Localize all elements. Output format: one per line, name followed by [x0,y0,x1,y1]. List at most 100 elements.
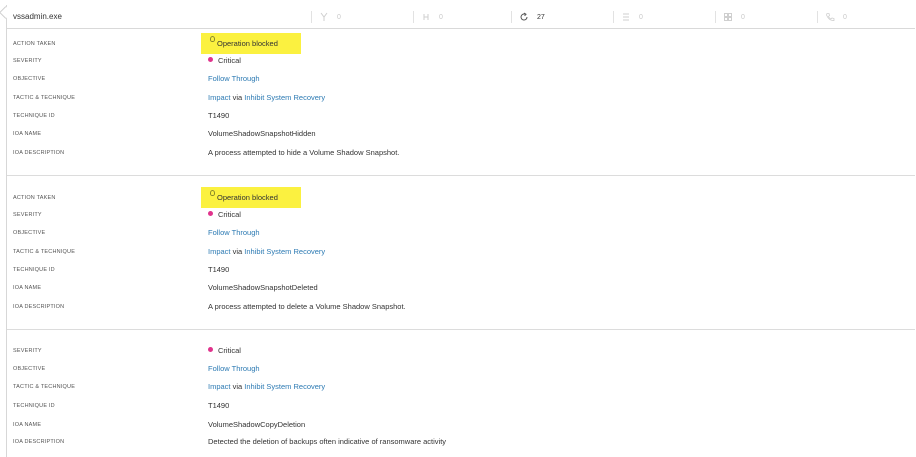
row-technique-id: TECHNIQUE ID T1490 [7,111,915,123]
row-objective: OBJECTIVE Follow Through [7,364,915,376]
stat-list[interactable]: 0 [613,11,643,23]
row-ioa-description: IOA DESCRIPTION Detected the deletion of… [7,437,915,449]
field-label: IOA DESCRIPTION [13,150,65,156]
action-badge: Operation blocked [201,187,301,208]
field-label: OBJECTIVE [13,366,46,372]
ioa-name-value: VolumeShadowSnapshotHidden [208,129,316,138]
stat-value: 0 [337,13,341,21]
action-badge: Operation blocked [201,33,301,54]
tactic-technique-value: Impact via Inhibit System Recovery [208,93,325,102]
detection-card: ACTION TAKEN Operation blocked SEVERITY … [7,176,915,330]
row-technique-id: TECHNIQUE ID T1490 [7,265,915,277]
tactic-link[interactable]: Impact [208,247,231,256]
process-name: vssadmin.exe [13,12,62,21]
row-ioa-name: IOA NAME VolumeShadowSnapshotHidden [7,129,915,141]
field-label: TACTIC & TECHNIQUE [13,95,76,101]
objective-link[interactable]: Follow Through [208,228,260,237]
row-action-taken: ACTION TAKEN Operation blocked [7,33,915,54]
field-label: IOA DESCRIPTION [13,439,65,445]
severity-dot-icon [208,57,213,62]
row-tactic-technique: TACTIC & TECHNIQUE Impact via Inhibit Sy… [7,382,915,394]
field-label: TECHNIQUE ID [13,403,55,409]
link-icon [423,14,429,20]
stat-phone[interactable]: 0 [817,11,847,23]
severity-text: Critical [218,56,241,65]
stat-value: 0 [741,13,745,21]
row-severity: SEVERITY Critical [7,346,915,358]
field-label: ACTION TAKEN [13,195,56,201]
field-label: IOA NAME [13,131,42,137]
severity-text: Critical [218,346,241,355]
technique-id-value: T1490 [208,111,230,120]
row-objective: OBJECTIVE Follow Through [7,74,915,86]
stat-value: 27 [537,13,545,21]
stat-refresh[interactable]: 27 [511,11,545,23]
row-ioa-name: IOA NAME VolumeShadowCopyDeletion [7,420,915,432]
objective-link[interactable]: Follow Through [208,74,260,83]
phone-icon [826,13,835,21]
ioa-description-value: A process attempted to delete a Volume S… [208,302,406,311]
severity-dot-icon [208,347,213,352]
technique-id-value: T1490 [208,401,230,410]
field-label: TECHNIQUE ID [13,267,55,273]
via-text: via [232,93,243,102]
row-technique-id: TECHNIQUE ID T1490 [7,401,915,413]
field-label: IOA DESCRIPTION [13,304,65,310]
tactic-technique-value: Impact via Inhibit System Recovery [208,247,325,256]
field-label: IOA NAME [13,422,42,428]
severity-dot-icon [208,211,213,216]
row-ioa-description: IOA DESCRIPTION A process attempted to h… [7,148,915,160]
stat-divider [311,11,312,23]
field-label: SEVERITY [13,348,42,354]
tactic-link[interactable]: Impact [208,382,231,391]
technique-link[interactable]: Inhibit System Recovery [244,93,325,102]
ioa-name-value: VolumeShadowCopyDeletion [208,420,306,429]
ioa-description-value: A process attempted to hide a Volume Sha… [208,148,400,157]
field-label: OBJECTIVE [13,76,46,82]
via-text: via [232,247,243,256]
severity-value: Critical [208,56,241,65]
stat-branches[interactable]: 0 [311,11,341,23]
detection-card: ACTION TAKEN Operation blocked SEVERITY … [7,29,915,176]
detection-card: SEVERITY Critical OBJECTIVE Follow Throu… [7,330,915,457]
technique-link[interactable]: Inhibit System Recovery [244,247,325,256]
tactic-technique-value: Impact via Inhibit System Recovery [208,382,325,391]
process-header: vssadmin.exe 0 0 27 0 0 0 [7,5,915,29]
field-label: ACTION TAKEN [13,41,56,47]
row-tactic-technique: TACTIC & TECHNIQUE Impact via Inhibit Sy… [7,93,915,105]
tactic-link[interactable]: Impact [208,93,231,102]
stat-divider [613,11,614,23]
action-value: Operation blocked [217,39,278,48]
ioa-name-value: VolumeShadowSnapshotDeleted [208,283,318,292]
stat-divider [511,11,512,23]
row-ioa-name: IOA NAME VolumeShadowSnapshotDeleted [7,283,915,295]
list-icon [623,13,629,21]
grid-icon [724,13,732,21]
field-label: SEVERITY [13,58,42,64]
stat-grid[interactable]: 0 [715,11,745,23]
severity-value: Critical [208,346,241,355]
technique-link[interactable]: Inhibit System Recovery [244,382,325,391]
field-label: TACTIC & TECHNIQUE [13,384,76,390]
action-value: Operation blocked [217,193,278,202]
row-severity: SEVERITY Critical [7,210,915,222]
stat-value: 0 [439,13,443,21]
row-objective: OBJECTIVE Follow Through [7,228,915,240]
row-tactic-technique: TACTIC & TECHNIQUE Impact via Inhibit Sy… [7,247,915,259]
field-label: TACTIC & TECHNIQUE [13,249,76,255]
field-label: TECHNIQUE ID [13,113,55,119]
via-text: via [232,382,243,391]
objective-link[interactable]: Follow Through [208,364,260,373]
stat-links[interactable]: 0 [413,11,443,23]
row-severity: SEVERITY Critical [7,56,915,68]
severity-value: Critical [208,210,241,219]
field-label: IOA NAME [13,285,42,291]
stat-divider [817,11,818,23]
stat-divider [715,11,716,23]
lightbulb-icon [210,36,215,42]
stat-value: 0 [843,13,847,21]
row-action-taken: ACTION TAKEN Operation blocked [7,187,915,208]
branch-icon [320,12,328,21]
lightbulb-icon [210,190,215,196]
ioa-description-value: Detected the deletion of backups often i… [208,437,447,446]
